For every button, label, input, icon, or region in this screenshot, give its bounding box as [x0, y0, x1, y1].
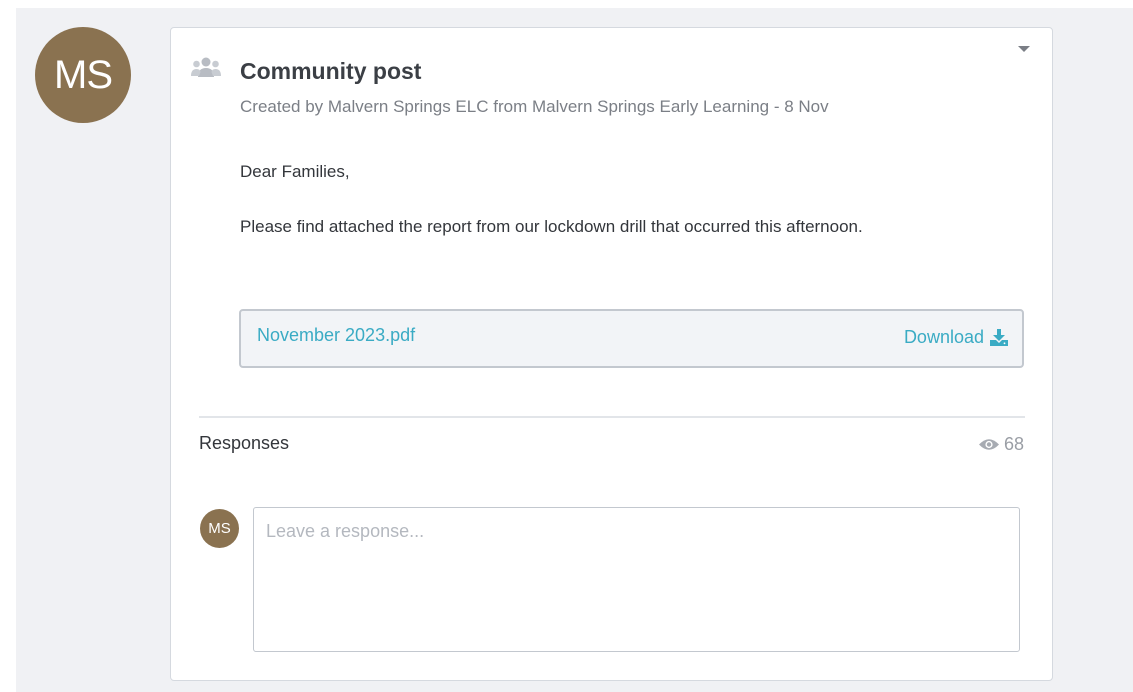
attachment-file-link[interactable]: November 2023.pdf — [257, 325, 415, 346]
post-menu-caret-icon[interactable] — [1018, 46, 1030, 52]
post-greeting: Dear Families, — [240, 162, 350, 181]
view-count-value: 68 — [1003, 434, 1024, 454]
post-body: Please find attached the report from our… — [240, 217, 863, 236]
responses-label: Responses — [199, 433, 290, 453]
current-user-initials: MS — [208, 520, 231, 537]
author-avatar[interactable]: MS — [35, 27, 131, 123]
download-icon — [990, 329, 1008, 346]
current-user-avatar: MS — [200, 509, 239, 548]
author-initials: MS — [54, 52, 113, 97]
attachment-box: November 2023.pdf Download — [239, 309, 1024, 368]
post-title: Community post — [240, 58, 422, 84]
responses-divider — [199, 416, 1025, 418]
download-button[interactable]: Download — [904, 327, 1008, 348]
download-label: Download — [903, 327, 984, 347]
view-count: 68 — [978, 434, 1024, 455]
post-meta: Created by Malvern Springs ELC from Malv… — [240, 97, 829, 116]
group-icon — [191, 57, 221, 77]
response-input[interactable] — [253, 507, 1020, 652]
eye-icon — [978, 439, 999, 450]
